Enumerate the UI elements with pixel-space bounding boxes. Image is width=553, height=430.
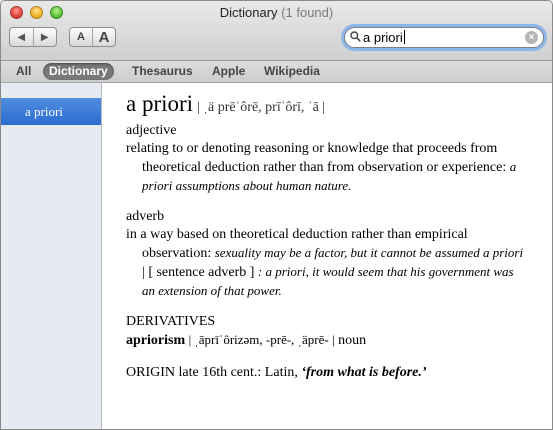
text-cursor — [403, 30, 405, 44]
scope-wikipedia[interactable]: Wikipedia — [258, 63, 326, 80]
adverb-example: sexuality may be a factor, but it cannot… — [214, 245, 524, 260]
scope-apple[interactable]: Apple — [206, 63, 251, 80]
search-field[interactable]: a priori × — [344, 27, 544, 48]
forward-button[interactable]: ▶ — [32, 28, 57, 46]
derivative-word: apriorism — [126, 333, 186, 348]
search-icon — [350, 31, 361, 42]
example-separator: | — [142, 265, 145, 280]
adverb-sense: adverb in a way based on theoretical ded… — [126, 208, 528, 301]
scope-all[interactable]: All — [10, 63, 37, 80]
font-larger-label: A — [98, 28, 110, 46]
results-sidebar: a priori — [1, 83, 102, 429]
sidebar-item-a-priori[interactable]: a priori — [1, 98, 101, 125]
origin-section: ORIGIN late 16th cent.: Latin, ‘from wha… — [126, 364, 546, 382]
font-smaller-label: A — [77, 31, 85, 43]
search-input-value: a priori — [363, 30, 403, 45]
sense-label: [ sentence adverb ] — [148, 265, 255, 280]
part-of-speech-adjective: adjective — [126, 123, 177, 138]
derivatives-section: DERIVATIVES apriorism | ˌāprīˈôrizəm, -p… — [126, 313, 536, 350]
scope-thesaurus[interactable]: Thesaurus — [126, 63, 199, 80]
back-arrow-icon: ◀ — [17, 31, 26, 43]
definition-pane: a priori | ˌä prēˈôrē, prīˈôrī, ˈā | adj… — [102, 83, 552, 429]
window-title-text: Dictionary — [219, 5, 278, 20]
adjective-definition-text: relating to or denoting reasoning or kno… — [126, 141, 507, 175]
adjective-sense: adjective relating to or denoting reason… — [126, 122, 528, 196]
derivative-pos: noun — [338, 333, 367, 348]
origin-quote: ‘from what is before.’ — [301, 365, 427, 380]
adverb-definition: in a way based on theoretical deduction … — [126, 226, 528, 301]
derivative-pronunciation: | ˌāprīˈôrizəm, -prē-, ˌäprē- | — [188, 332, 335, 347]
navigation-segmented-control: ◀ ▶ — [9, 27, 57, 47]
window-title: Dictionary (1 found) — [1, 5, 552, 20]
adjective-definition: relating to or denoting reasoning or kno… — [126, 140, 528, 196]
back-button[interactable]: ◀ — [10, 28, 33, 46]
font-size-segmented-control: A A — [69, 27, 116, 47]
part-of-speech-adverb: adverb — [126, 209, 165, 224]
scope-bar: All Dictionary Thesaurus Apple Wikipedia — [1, 61, 552, 83]
font-larger-button[interactable]: A — [92, 28, 115, 46]
headword-line: a priori | ˌä prēˈôrē, prīˈôrī, ˈā | — [126, 91, 325, 117]
scope-dictionary[interactable]: Dictionary — [43, 63, 114, 80]
derivative-line: apriorism | ˌāprīˈôrizəm, -prē-, ˌäprē- … — [126, 331, 536, 350]
clear-search-icon[interactable]: × — [525, 31, 538, 44]
derivatives-heading: DERIVATIVES — [126, 314, 216, 329]
font-smaller-button[interactable]: A — [70, 28, 92, 46]
title-bar: Dictionary (1 found) ◀ ▶ A A a priori × — [1, 1, 552, 61]
search-input[interactable]: a priori — [363, 30, 405, 45]
found-count: (1 found) — [281, 5, 334, 20]
headword: a priori — [126, 91, 194, 116]
pronunciation: | ˌä prēˈôrē, prīˈôrī, ˈā | — [197, 100, 326, 115]
origin-text: ORIGIN late 16th cent.: Latin, — [126, 365, 298, 380]
dictionary-window: Dictionary (1 found) ◀ ▶ A A a priori × … — [0, 0, 553, 430]
forward-arrow-icon: ▶ — [40, 31, 49, 43]
